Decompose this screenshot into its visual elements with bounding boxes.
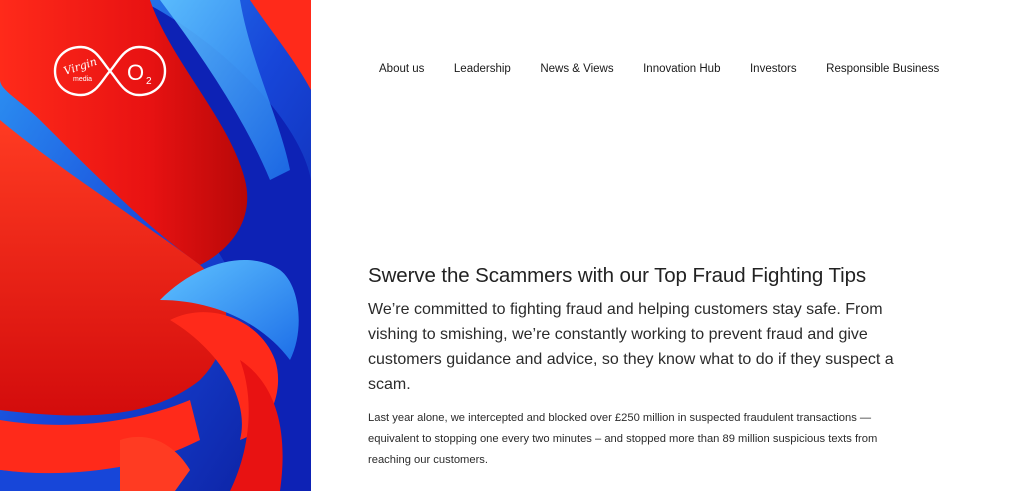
article-content: Swerve the Scammers with our Top Fraud F… [368,263,918,471]
article-body-paragraph: Last year alone, we intercepted and bloc… [368,412,878,466]
nav-item-responsible-business[interactable]: Responsible Business [826,63,939,75]
svg-text:media: media [73,76,92,83]
nav-item-investors[interactable]: Investors [750,63,797,75]
hero-artwork: Virgin media O 2 [0,0,311,491]
main-navigation: About us Leadership News & Views Innovat… [379,63,939,75]
page-title: Swerve the Scammers with our Top Fraud F… [368,264,867,287]
nav-item-innovation-hub[interactable]: Innovation Hub [643,63,720,75]
svg-text:2: 2 [146,76,152,87]
article-lead-paragraph: We’re committed to fighting fraud and he… [368,301,894,393]
nav-item-news-views[interactable]: News & Views [540,63,613,75]
svg-text:Virgin: Virgin [62,55,99,78]
nav-item-about-us[interactable]: About us [379,63,424,75]
svg-text:O: O [127,60,144,85]
nav-item-leadership[interactable]: Leadership [454,63,511,75]
virgin-media-o2-logo[interactable]: Virgin media O 2 [52,44,168,98]
